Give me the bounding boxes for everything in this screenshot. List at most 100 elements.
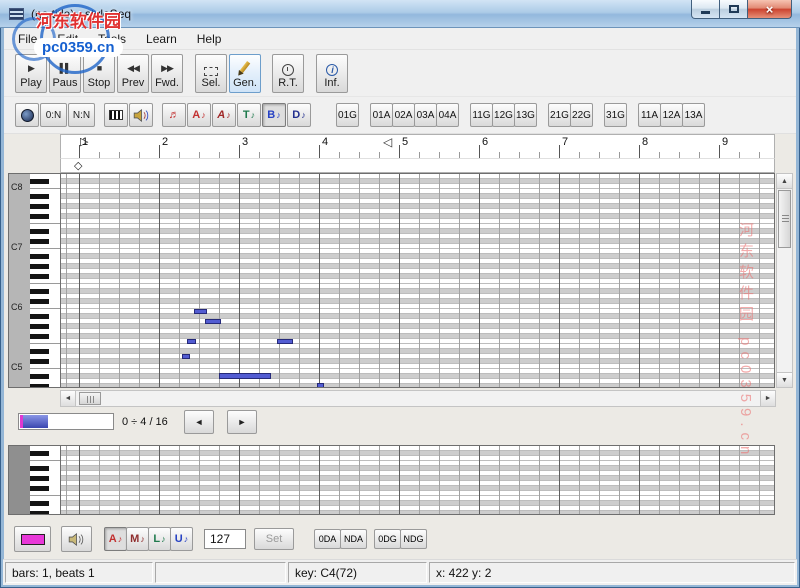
black-key[interactable] <box>30 179 49 184</box>
vertical-scrollbar[interactable]: ▲ ▼ <box>776 173 793 388</box>
fwd-button[interactable]: ▶▶Fwd. <box>151 54 183 93</box>
voice-u-button[interactable]: U♪ <box>170 527 193 551</box>
horizontal-scrollbar[interactable]: ◄ ► <box>60 390 776 407</box>
marker-lane[interactable]: ◇ <box>60 158 775 173</box>
step-forward-button[interactable]: ► <box>227 410 257 434</box>
notes-button[interactable]: ♬ <box>162 103 186 127</box>
piano-roll-grid[interactable] <box>60 173 775 388</box>
black-key[interactable] <box>30 229 49 234</box>
black-key[interactable] <box>30 466 49 471</box>
voice-l-button[interactable]: L♪ <box>148 527 171 551</box>
black-key[interactable] <box>30 274 49 279</box>
black-key[interactable] <box>30 194 49 199</box>
scroll-right-button[interactable]: ► <box>760 391 775 406</box>
black-key[interactable] <box>30 334 49 339</box>
black-key[interactable] <box>30 264 49 269</box>
voice-b-button[interactable]: B♪ <box>262 103 286 127</box>
minimize-button[interactable] <box>691 0 720 19</box>
menu-file[interactable]: File <box>8 30 47 48</box>
step-back-button[interactable]: ◄ <box>184 410 214 434</box>
keyboard-view-button[interactable] <box>104 103 128 127</box>
pattern-03a-button[interactable]: 03A <box>414 103 437 127</box>
ratio-0n-button[interactable]: 0:N <box>40 103 67 127</box>
titlebar[interactable]: (no title) - styleSeq × <box>0 0 800 28</box>
color-button[interactable] <box>14 526 51 552</box>
midi-note[interactable] <box>219 373 271 379</box>
pattern-01g-button[interactable]: 01G <box>336 103 359 127</box>
pattern-01a-button[interactable]: 01A <box>370 103 393 127</box>
voice-m-button[interactable]: M♪ <box>126 527 149 551</box>
stop-button[interactable]: ■Stop <box>83 54 115 93</box>
vertical-scroll-thumb[interactable] <box>778 190 791 248</box>
black-key[interactable] <box>30 349 49 354</box>
menu-tools[interactable]: Tools <box>88 30 136 48</box>
pattern-02a-button[interactable]: 02A <box>392 103 415 127</box>
info-button[interactable]: iInf. <box>316 54 348 93</box>
black-key[interactable] <box>30 239 49 244</box>
voice-d-button[interactable]: D♪ <box>287 103 311 127</box>
black-key[interactable] <box>30 384 49 388</box>
pattern-13a-button[interactable]: 13A <box>682 103 705 127</box>
velocity-input[interactable] <box>204 529 246 549</box>
pattern-nda-button[interactable]: NDA <box>340 529 367 549</box>
menu-edit[interactable]: Edit <box>47 30 88 48</box>
timeline-ruler[interactable]: ▷ ◁ 123456789 <box>60 134 775 158</box>
voice-t-button[interactable]: T♪ <box>237 103 261 127</box>
mini-grid[interactable] <box>60 445 775 515</box>
play-button[interactable]: ▶Play <box>15 54 47 93</box>
menu-help[interactable]: Help <box>187 30 232 48</box>
voice-a-button[interactable]: A♪ <box>212 103 236 127</box>
midi-note[interactable] <box>205 319 221 324</box>
pattern-11a-button[interactable]: 11A <box>638 103 661 127</box>
pattern-0dg-button[interactable]: 0DG <box>374 529 401 549</box>
black-key[interactable] <box>30 299 49 304</box>
horizontal-scroll-thumb[interactable] <box>79 392 101 405</box>
pattern-12a-button[interactable]: 12A <box>660 103 683 127</box>
voice-a-button[interactable]: A♪ <box>104 527 127 551</box>
position-marker-icon[interactable]: ◇ <box>74 159 82 172</box>
midi-note[interactable] <box>187 339 196 344</box>
black-key[interactable] <box>30 289 49 294</box>
black-key[interactable] <box>30 314 49 319</box>
scroll-up-button[interactable]: ▲ <box>777 174 792 189</box>
maximize-button[interactable] <box>720 0 747 19</box>
globe-button[interactable] <box>15 103 39 127</box>
pattern-22g-button[interactable]: 22G <box>570 103 593 127</box>
clock-button[interactable]: R.T. <box>272 54 304 93</box>
pattern-21g-button[interactable]: 21G <box>548 103 571 127</box>
menu-learn[interactable]: Learn <box>136 30 187 48</box>
black-key[interactable] <box>30 501 49 506</box>
midi-note[interactable] <box>182 354 190 359</box>
black-key[interactable] <box>30 486 49 491</box>
pattern-11g-button[interactable]: 11G <box>470 103 493 127</box>
pattern-13g-button[interactable]: 13G <box>514 103 537 127</box>
black-key[interactable] <box>30 374 49 379</box>
voice-a-button[interactable]: A♪ <box>187 103 211 127</box>
pattern-31g-button[interactable]: 31G <box>604 103 627 127</box>
piano-keyboard[interactable]: C8C7C6C5 <box>8 173 60 388</box>
black-key[interactable] <box>30 476 49 481</box>
midi-note[interactable] <box>317 383 324 388</box>
pattern-12g-button[interactable]: 12G <box>492 103 515 127</box>
audio-button[interactable] <box>129 103 153 127</box>
midi-note[interactable] <box>277 339 293 344</box>
midi-note[interactable] <box>194 309 207 314</box>
ratio-nn-button[interactable]: N:N <box>68 103 95 127</box>
black-key[interactable] <box>30 451 49 456</box>
scroll-left-button[interactable]: ◄ <box>61 391 76 406</box>
pattern-04a-button[interactable]: 04A <box>436 103 459 127</box>
scroll-down-button[interactable]: ▼ <box>777 372 792 387</box>
pause-button[interactable]: ▌▌Paus <box>49 54 81 93</box>
pattern-0da-button[interactable]: 0DA <box>314 529 341 549</box>
mini-keyboard[interactable] <box>8 445 60 515</box>
pencil-button[interactable]: Gen. <box>229 54 261 93</box>
sound-button[interactable] <box>61 526 92 552</box>
black-key[interactable] <box>30 324 49 329</box>
black-key[interactable] <box>30 204 49 209</box>
close-button[interactable]: × <box>747 0 792 19</box>
set-button[interactable]: Set <box>254 528 294 550</box>
prev-button[interactable]: ◀◀Prev <box>117 54 149 93</box>
pattern-ndg-button[interactable]: NDG <box>400 529 427 549</box>
loop-marker-icon[interactable]: ◁ <box>383 135 392 149</box>
select-button[interactable]: Sel. <box>195 54 227 93</box>
